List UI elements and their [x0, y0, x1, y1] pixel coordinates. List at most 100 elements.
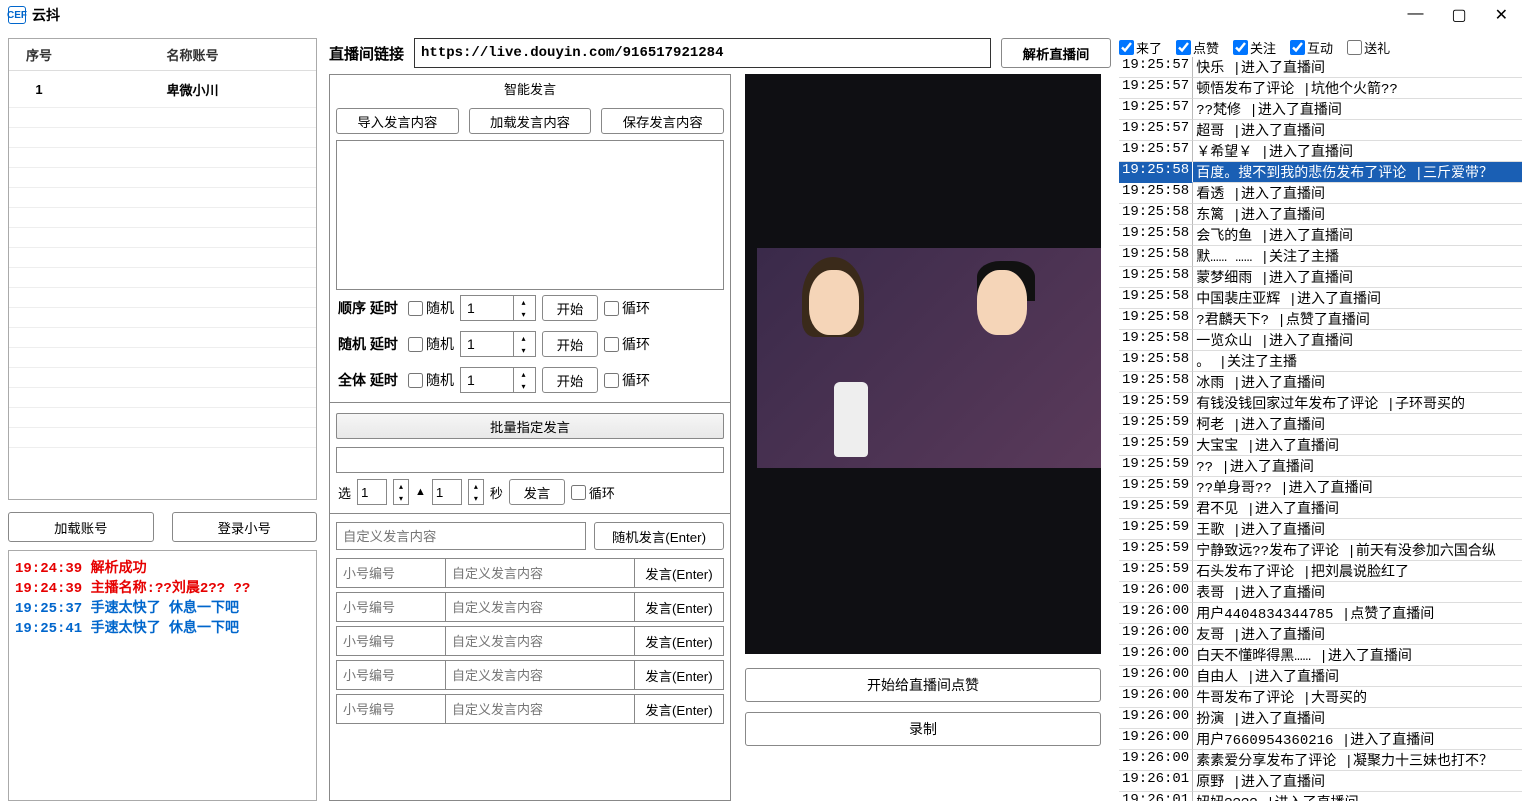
alt-msg-input[interactable]	[445, 626, 635, 656]
message-text: ￥希望￥ |进入了直播间	[1193, 141, 1522, 162]
load-account-button[interactable]: 加载账号	[8, 512, 154, 542]
message-row[interactable]: 19:25:58中国裴庄亚辉 |进入了直播间	[1119, 288, 1522, 309]
delay-input[interactable]	[461, 336, 513, 352]
batch-speak-button[interactable]: 批量指定发言	[336, 413, 724, 439]
record-button[interactable]: 录制	[745, 712, 1101, 746]
alt-id-input[interactable]	[336, 626, 446, 656]
alt-speak-button[interactable]: 发言(Enter)	[634, 626, 724, 656]
filter-gift-checkbox[interactable]	[1347, 40, 1362, 55]
delay-spinner[interactable]: ▴▾	[460, 295, 536, 321]
alt-msg-input[interactable]	[445, 660, 635, 690]
message-row[interactable]: 19:25:58?君麟天下? |点赞了直播间	[1119, 309, 1522, 330]
maximize-button[interactable]: ▢	[1451, 5, 1466, 25]
message-row[interactable]: 19:25:58百度。搜不到我的悲伤发布了评论 |三斤爱带？	[1119, 162, 1522, 183]
message-row[interactable]: 19:25:57超哥 |进入了直播间	[1119, 120, 1522, 141]
filter-come-checkbox[interactable]	[1119, 40, 1134, 55]
delay-spinner[interactable]: ▴▾	[460, 367, 536, 393]
delay-loop-checkbox[interactable]	[604, 337, 619, 352]
minimize-button[interactable]: —	[1407, 5, 1423, 25]
message-row[interactable]: 19:25:58默…… …… |关注了主播	[1119, 246, 1522, 267]
delay-loop-checkbox[interactable]	[604, 301, 619, 316]
alt-id-input[interactable]	[336, 558, 446, 588]
message-row[interactable]: 19:25:57快乐 |进入了直播间	[1119, 57, 1522, 78]
accounts-header-name: 名称账号	[69, 39, 316, 71]
alt-speak-button[interactable]: 发言(Enter)	[634, 592, 724, 622]
load-speak-button[interactable]: 加载发言内容	[469, 108, 592, 134]
message-list[interactable]: 19:25:57快乐 |进入了直播间19:25:57顿悟发布了评论 |坑他个火箭…	[1119, 57, 1522, 801]
sec-spinner[interactable]: ▴▾	[468, 479, 484, 505]
login-alt-button[interactable]: 登录小号	[172, 512, 318, 542]
message-row[interactable]: 19:26:00牛哥发布了评论 |大哥买的	[1119, 687, 1522, 708]
start-like-button[interactable]: 开始给直播间点赞	[745, 668, 1101, 702]
message-row[interactable]: 19:25:58看透 |进入了直播间	[1119, 183, 1522, 204]
message-row[interactable]: 19:26:00表哥 |进入了直播间	[1119, 582, 1522, 603]
message-row[interactable]: 19:26:00用户7660954360216 |进入了直播间	[1119, 729, 1522, 750]
message-row[interactable]: 19:25:59?? |进入了直播间	[1119, 456, 1522, 477]
alt-speak-button[interactable]: 发言(Enter)	[634, 660, 724, 690]
alt-id-input[interactable]	[336, 694, 446, 724]
alt-speak-button[interactable]: 发言(Enter)	[634, 694, 724, 724]
message-row[interactable]: 19:26:01原野 |进入了直播间	[1119, 771, 1522, 792]
delay-start-button[interactable]: 开始	[542, 295, 598, 321]
message-row[interactable]: 19:25:57顿悟发布了评论 |坑他个火箭??	[1119, 78, 1522, 99]
custom-speak-input[interactable]	[336, 522, 586, 550]
message-row[interactable]: 19:25:59君不见 |进入了直播间	[1119, 498, 1522, 519]
message-row[interactable]: 19:25:59宁静致远??发布了评论 |前天有没参加六国合纵	[1119, 540, 1522, 561]
message-row[interactable]: 19:25:57??梵修 |进入了直播间	[1119, 99, 1522, 120]
message-row[interactable]: 19:25:58一览众山 |进入了直播间	[1119, 330, 1522, 351]
delay-start-button[interactable]: 开始	[542, 367, 598, 393]
batch-speak-input[interactable]	[336, 447, 724, 473]
sel-spinner[interactable]: ▴▾	[393, 479, 409, 505]
alt-id-input[interactable]	[336, 592, 446, 622]
message-row[interactable]: 19:25:58东篱 |进入了直播间	[1119, 204, 1522, 225]
delay-spinner[interactable]: ▴▾	[460, 331, 536, 357]
message-row[interactable]: 19:25:58冰雨 |进入了直播间	[1119, 372, 1522, 393]
close-button[interactable]: ✕	[1495, 5, 1508, 25]
delay-start-button[interactable]: 开始	[542, 331, 598, 357]
sel-speak-button[interactable]: 发言	[509, 479, 565, 505]
message-row[interactable]: 19:26:00自由人 |进入了直播间	[1119, 666, 1522, 687]
message-row[interactable]: 19:25:58。 |关注了主播	[1119, 351, 1522, 372]
sec-value-input[interactable]	[432, 479, 462, 505]
delay-random-checkbox[interactable]	[408, 301, 423, 316]
account-row[interactable]: 1卑微小川	[9, 71, 316, 107]
sel-value-input[interactable]	[357, 479, 387, 505]
message-text: 素素爱分享发布了评论 |凝聚力十三妹也打不？	[1193, 750, 1522, 771]
random-speak-button[interactable]: 随机发言(Enter)	[594, 522, 724, 550]
url-input[interactable]	[414, 38, 991, 68]
filter-like-checkbox[interactable]	[1176, 40, 1191, 55]
message-row[interactable]: 19:25:59柯老 |进入了直播间	[1119, 414, 1522, 435]
delay-random-checkbox[interactable]	[408, 337, 423, 352]
alt-msg-input[interactable]	[445, 694, 635, 724]
speak-textarea[interactable]	[336, 140, 724, 290]
message-row[interactable]: 19:25:59石头发布了评论 |把刘晨说脸红了	[1119, 561, 1522, 582]
message-row[interactable]: 19:25:57￥希望￥ |进入了直播间	[1119, 141, 1522, 162]
message-row[interactable]: 19:25:58蒙梦细雨 |进入了直播间	[1119, 267, 1522, 288]
message-row[interactable]: 19:26:00扮演 |进入了直播间	[1119, 708, 1522, 729]
parse-url-button[interactable]: 解析直播间	[1001, 38, 1111, 68]
message-row[interactable]: 19:25:58会飞的鱼 |进入了直播间	[1119, 225, 1522, 246]
message-row[interactable]: 19:25:59??单身哥?? |进入了直播间	[1119, 477, 1522, 498]
sel-loop-checkbox[interactable]	[571, 485, 586, 500]
alt-msg-input[interactable]	[445, 592, 635, 622]
alt-id-input[interactable]	[336, 660, 446, 690]
message-row[interactable]: 19:26:01妞妞???? |进入了直播间	[1119, 792, 1522, 801]
message-time: 19:25:58	[1119, 183, 1193, 204]
delay-random-checkbox[interactable]	[408, 373, 423, 388]
delay-input[interactable]	[461, 300, 513, 316]
filter-interact-checkbox[interactable]	[1290, 40, 1305, 55]
delay-loop-checkbox[interactable]	[604, 373, 619, 388]
message-row[interactable]: 19:25:59王歌 |进入了直播间	[1119, 519, 1522, 540]
message-row[interactable]: 19:26:00用户4404834344785 |点赞了直播间	[1119, 603, 1522, 624]
alt-speak-button[interactable]: 发言(Enter)	[634, 558, 724, 588]
import-speak-button[interactable]: 导入发言内容	[336, 108, 459, 134]
save-speak-button[interactable]: 保存发言内容	[601, 108, 724, 134]
filter-follow-checkbox[interactable]	[1233, 40, 1248, 55]
message-row[interactable]: 19:26:00白天不懂晔得黑…… |进入了直播间	[1119, 645, 1522, 666]
delay-input[interactable]	[461, 372, 513, 388]
message-row[interactable]: 19:26:00素素爱分享发布了评论 |凝聚力十三妹也打不？	[1119, 750, 1522, 771]
message-row[interactable]: 19:25:59有钱没钱回家过年发布了评论 |子环哥买的	[1119, 393, 1522, 414]
message-row[interactable]: 19:25:59大宝宝 |进入了直播间	[1119, 435, 1522, 456]
alt-msg-input[interactable]	[445, 558, 635, 588]
message-row[interactable]: 19:26:00友哥 |进入了直播间	[1119, 624, 1522, 645]
